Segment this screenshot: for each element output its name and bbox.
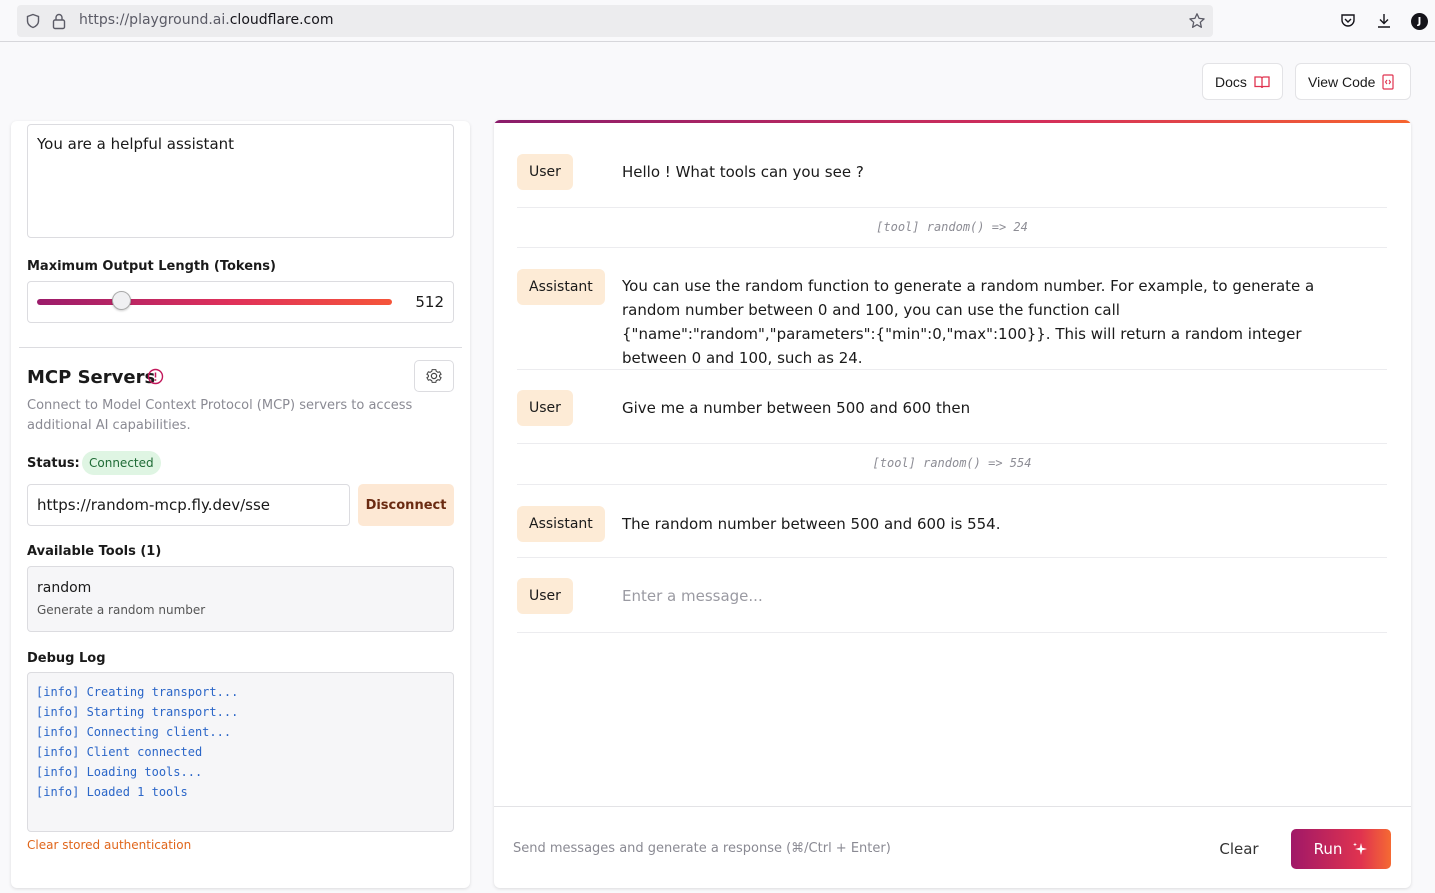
role-badge[interactable]: User: [517, 154, 573, 190]
tool-card: random Generate a random number: [27, 566, 454, 632]
debug-log-line: [info] Connecting client...: [36, 725, 232, 739]
address-bar[interactable]: https://playground.ai.cloudflare.com: [17, 5, 1213, 37]
tool-call-text: [tool] random() => 554: [872, 456, 1032, 470]
tool-description: Generate a random number: [37, 603, 206, 617]
system-prompt-textarea[interactable]: You are a helpful assistant: [27, 124, 454, 238]
mcp-settings-button[interactable]: [414, 360, 454, 392]
shield-icon[interactable]: [25, 13, 41, 29]
section-divider: [19, 347, 462, 348]
book-icon: [1254, 75, 1270, 88]
view-code-label: View Code: [1308, 73, 1376, 90]
max-tokens-slider-thumb[interactable]: [112, 291, 132, 310]
max-tokens-label: Maximum Output Length (Tokens): [27, 259, 276, 274]
playground-page: Docs View Code You are a helpful assista…: [0, 43, 1435, 893]
tool-call-row: [tool] random() => 24: [517, 208, 1387, 248]
chat-message: User Hello ! What tools can you see ?: [517, 154, 1387, 208]
gear-icon: [426, 369, 442, 383]
tool-call-row: [tool] random() => 554: [517, 444, 1387, 485]
run-label: Run: [1313, 840, 1343, 858]
accent-bar: [494, 120, 1411, 123]
tool-call-text: [tool] random() => 24: [876, 220, 1028, 234]
debug-log-line: [info] Creating transport...: [36, 685, 239, 699]
code-file-icon: [1382, 73, 1395, 90]
clear-button[interactable]: Clear: [1210, 829, 1268, 869]
input-role-badge[interactable]: User: [517, 578, 573, 614]
debug-log: [info] Creating transport... [info] Star…: [27, 672, 454, 832]
bookmark-star-icon[interactable]: [1188, 12, 1206, 30]
chat-panel: User Hello ! What tools can you see ? [t…: [494, 120, 1411, 888]
max-tokens-control: 512: [27, 281, 454, 323]
status-label: Status:: [27, 456, 80, 471]
url-text[interactable]: https://playground.ai.cloudflare.com: [79, 12, 333, 28]
browser-toolbar: https://playground.ai.cloudflare.com J: [0, 0, 1435, 42]
pocket-icon[interactable]: [1339, 12, 1357, 30]
max-tokens-value: 512: [415, 293, 444, 311]
debug-log-line: [info] Loaded 1 tools: [36, 785, 188, 799]
chat-message: User Give me a number between 500 and 60…: [517, 390, 1387, 444]
run-button[interactable]: Run: [1291, 829, 1391, 869]
lock-icon[interactable]: [51, 12, 67, 30]
chat-message: Assistant The random number between 500 …: [517, 506, 1387, 558]
mcp-servers-title: MCP Servers: [27, 367, 156, 388]
url-host: cloudflare.com: [229, 12, 334, 28]
docs-button[interactable]: Docs: [1202, 63, 1283, 100]
clear-auth-link[interactable]: Clear stored authentication: [27, 838, 191, 852]
message-text[interactable]: The random number between 500 and 600 is…: [622, 512, 1362, 536]
message-text[interactable]: You can use the random function to gener…: [622, 274, 1362, 370]
message-text[interactable]: Give me a number between 500 and 600 the…: [622, 396, 1362, 420]
settings-panel: You are a helpful assistant Maximum Outp…: [11, 121, 470, 888]
debug-log-label: Debug Log: [27, 651, 106, 666]
message-input[interactable]: [622, 578, 1362, 614]
chat-message: Assistant You can use the random functio…: [517, 269, 1387, 370]
status-badge: Connected: [82, 451, 161, 475]
view-code-button[interactable]: View Code: [1295, 63, 1411, 100]
disconnect-button[interactable]: Disconnect: [358, 484, 454, 526]
profile-avatar[interactable]: J: [1411, 13, 1428, 30]
footer-hint: Send messages and generate a response (⌘…: [513, 841, 891, 856]
mcp-description: Connect to Model Context Protocol (MCP) …: [27, 398, 413, 433]
alert-circle-icon[interactable]: [147, 368, 164, 385]
role-badge[interactable]: User: [517, 390, 573, 426]
sparkle-icon: [1353, 842, 1368, 855]
available-tools-label: Available Tools (1): [27, 544, 162, 559]
chat-footer: Send messages and generate a response (⌘…: [494, 806, 1411, 888]
new-message-row: User: [517, 578, 1387, 633]
mcp-server-url-input[interactable]: [27, 484, 350, 526]
max-tokens-slider-track[interactable]: [37, 299, 392, 305]
role-badge[interactable]: Assistant: [517, 269, 605, 305]
docs-label: Docs: [1215, 73, 1247, 90]
message-text[interactable]: Hello ! What tools can you see ?: [622, 160, 1362, 184]
debug-log-line: [info] Loading tools...: [36, 765, 203, 779]
tool-name: random: [37, 580, 92, 596]
download-icon[interactable]: [1375, 12, 1393, 30]
debug-log-line: [info] Starting transport...: [36, 705, 239, 719]
debug-log-line: [info] Client connected: [36, 745, 203, 759]
url-prefix: https://playground.ai.: [79, 12, 230, 28]
role-badge[interactable]: Assistant: [517, 506, 605, 542]
